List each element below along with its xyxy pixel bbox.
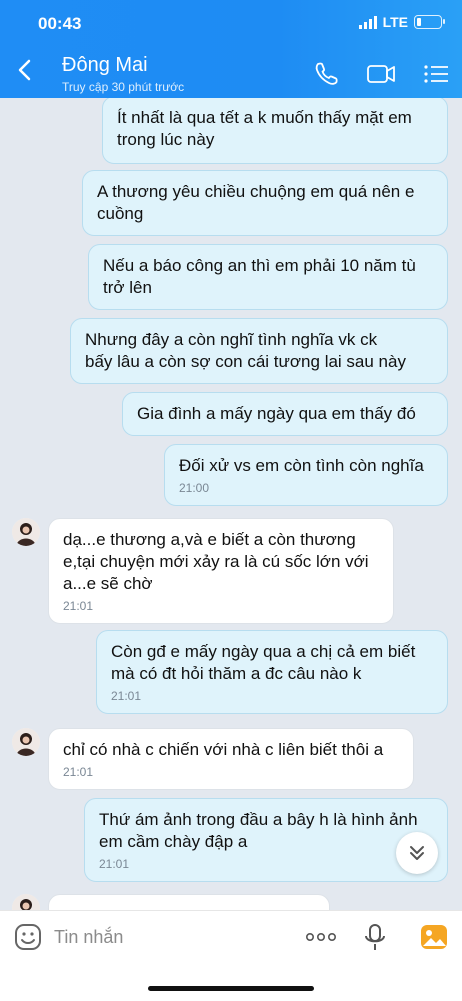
message-line: e,tại chuyện mới xảy ra là cú sốc lớn vớ…: [63, 552, 369, 571]
message-time: 21:01: [63, 765, 94, 779]
status-icons: LTE: [358, 14, 445, 30]
chevron-down-double-icon: [410, 846, 424, 860]
message-line: Gia đình a mấy ngày qua em thấy đó: [137, 404, 416, 423]
scroll-down-button[interactable]: [396, 832, 438, 874]
avatar[interactable]: [12, 894, 40, 910]
phone-icon[interactable]: [312, 60, 342, 88]
top-bar: 00:43 LTE Đông Mai Truy cập 30 phút trướ…: [0, 0, 462, 98]
message-line: bấy lâu a còn sợ con cái tương lai sau n…: [85, 352, 406, 371]
network-type: LTE: [382, 14, 408, 30]
avatar[interactable]: [12, 728, 40, 756]
message-line: cuồng: [97, 204, 144, 223]
home-indicator: [148, 986, 314, 991]
message-input[interactable]: Tin nhắn: [54, 927, 123, 948]
message-time: 21:00: [179, 481, 210, 495]
microphone-icon[interactable]: [364, 923, 386, 953]
message-bubble-outgoing[interactable]: Gia đình a mấy ngày qua em thấy đó: [122, 392, 448, 436]
battery-icon: [414, 15, 445, 29]
message-line: em cầm chày đập a: [99, 832, 248, 851]
message-bubble-outgoing[interactable]: Thứ ám ảnh trong đầu a bây h là hình ảnh…: [84, 798, 448, 882]
message-line: Ít nhất là qua tết a k muốn thấy mặt em: [117, 108, 412, 127]
message-line: Đối xử vs em còn tình còn nghĩa: [179, 456, 424, 475]
message-line: Còn gđ e mấy ngày qua a chị cả em biết: [111, 642, 416, 661]
message-line: A thương yêu chiều chuộng em quá nên e: [97, 182, 415, 201]
message-bubble-outgoing[interactable]: Đối xử vs em còn tình còn nghĩa 21:00: [164, 444, 448, 506]
avatar[interactable]: [12, 518, 40, 546]
contact-name[interactable]: Đông Mai: [62, 54, 148, 77]
signal-icon: [358, 15, 377, 29]
menu-icon[interactable]: [422, 60, 452, 88]
message-line: Nếu a báo công an thì em phải 10 năm tù: [103, 256, 416, 275]
message-line: chỉ có nhà c chiến với nhà c liên biết t…: [63, 740, 384, 759]
back-arrow-icon[interactable]: [14, 58, 38, 82]
emoji-icon[interactable]: [14, 923, 42, 951]
message-bubble-outgoing[interactable]: Nếu a báo công an thì em phải 10 năm tù …: [88, 244, 448, 310]
message-bubble-outgoing[interactable]: A thương yêu chiều chuộng em quá nên e c…: [82, 170, 448, 236]
last-seen: Truy cập 30 phút trước: [62, 80, 185, 94]
message-line: dạ...e thương a,và e biết a còn thương: [63, 530, 356, 549]
message-bubble-outgoing[interactable]: Ít nhất là qua tết a k muốn thấy mặt em …: [102, 98, 448, 164]
message-line: mà có đt hỏi thăm a đc câu nào k: [111, 664, 362, 683]
message-time: 21:01: [63, 599, 94, 613]
message-time: 21:01: [111, 689, 142, 703]
message-line: Nhưng đây a còn nghĩ tình nghĩa vk ck: [85, 330, 378, 349]
message-bubble-outgoing[interactable]: Còn gđ e mấy ngày qua a chị cả em biết m…: [96, 630, 448, 714]
image-icon[interactable]: [420, 923, 448, 951]
video-camera-icon[interactable]: [366, 60, 396, 88]
message-line: a...e sẽ chờ: [63, 574, 153, 593]
message-line: trong lúc này: [117, 130, 215, 149]
message-bubble-outgoing[interactable]: Nhưng đây a còn nghĩ tình nghĩa vk ck bấ…: [70, 318, 448, 384]
message-line: Thứ ám ảnh trong đầu a bây h là hình ảnh: [99, 810, 418, 829]
more-dots-icon[interactable]: [304, 927, 338, 947]
chat-area[interactable]: Ít nhất là qua tết a k muốn thấy mặt em …: [0, 98, 462, 910]
message-time: 21:01: [99, 857, 130, 871]
message-line: trở lên: [103, 278, 152, 297]
message-input-bar: Tin nhắn: [0, 910, 462, 1001]
message-bubble-incoming-partial[interactable]: [48, 894, 330, 910]
status-time: 00:43: [38, 14, 82, 33]
message-bubble-incoming[interactable]: chỉ có nhà c chiến với nhà c liên biết t…: [48, 728, 414, 790]
status-bar: 00:43 LTE: [38, 14, 445, 36]
message-bubble-incoming[interactable]: dạ...e thương a,và e biết a còn thương e…: [48, 518, 394, 624]
